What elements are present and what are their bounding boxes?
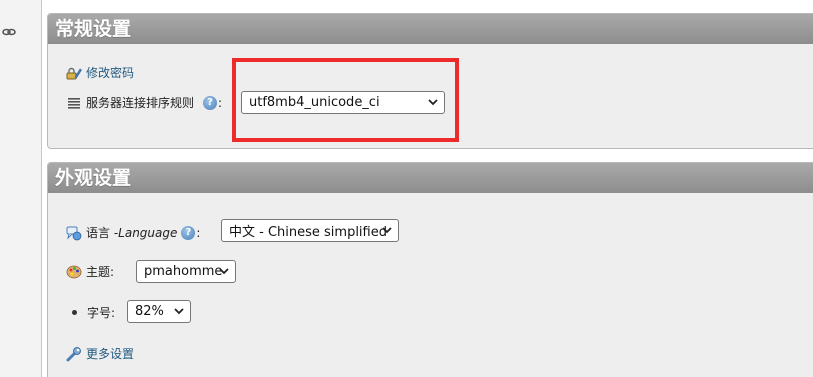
language-select[interactable]: 中文 - Chinese simplified [221, 219, 399, 242]
highlight-box [232, 58, 459, 142]
language-icon [66, 225, 82, 241]
chevron-down-icon [219, 268, 229, 275]
collation-row: 服务器连接排序规则 ? : [66, 94, 222, 111]
palette-icon [66, 264, 82, 280]
language-colon: : [196, 225, 201, 240]
list-icon [66, 95, 82, 111]
more-settings-row: 更多设置 [66, 345, 134, 362]
change-password-row: 修改密码 [66, 64, 134, 81]
appearance-settings-title: 外观设置 [48, 163, 813, 193]
navigation-panel-edge [0, 0, 42, 377]
language-row: 语言 - Language ? : [66, 224, 200, 241]
theme-row: 主题: [66, 263, 114, 280]
collation-colon: : [218, 95, 223, 110]
collation-label: 服务器连接排序规则 [86, 96, 195, 110]
change-password-link[interactable]: 修改密码 [86, 64, 134, 81]
password-edit-icon [66, 65, 82, 81]
help-icon[interactable]: ? [181, 225, 196, 240]
font-size-selected-value: 82% [135, 304, 164, 319]
language-label: 语言 - [86, 226, 119, 240]
theme-select[interactable]: pmahomme [136, 260, 236, 283]
chevron-down-icon [174, 308, 184, 315]
wrench-icon [66, 346, 82, 362]
theme-selected-value: pmahomme [144, 264, 223, 279]
bullet-icon [72, 310, 77, 315]
chain-link-icon[interactable] [2, 27, 16, 37]
chevron-down-icon [382, 227, 392, 234]
more-settings-link[interactable]: 更多设置 [86, 345, 134, 362]
theme-label: 主题: [86, 265, 115, 279]
help-icon[interactable]: ? [203, 95, 218, 110]
language-label-english: Language [118, 225, 178, 240]
font-size-label: 字号: [87, 306, 116, 320]
font-size-select[interactable]: 82% [127, 300, 191, 323]
general-settings-title: 常规设置 [48, 14, 813, 44]
font-size-row: 字号: [72, 304, 115, 321]
language-selected-value: 中文 - Chinese simplified [229, 225, 387, 240]
